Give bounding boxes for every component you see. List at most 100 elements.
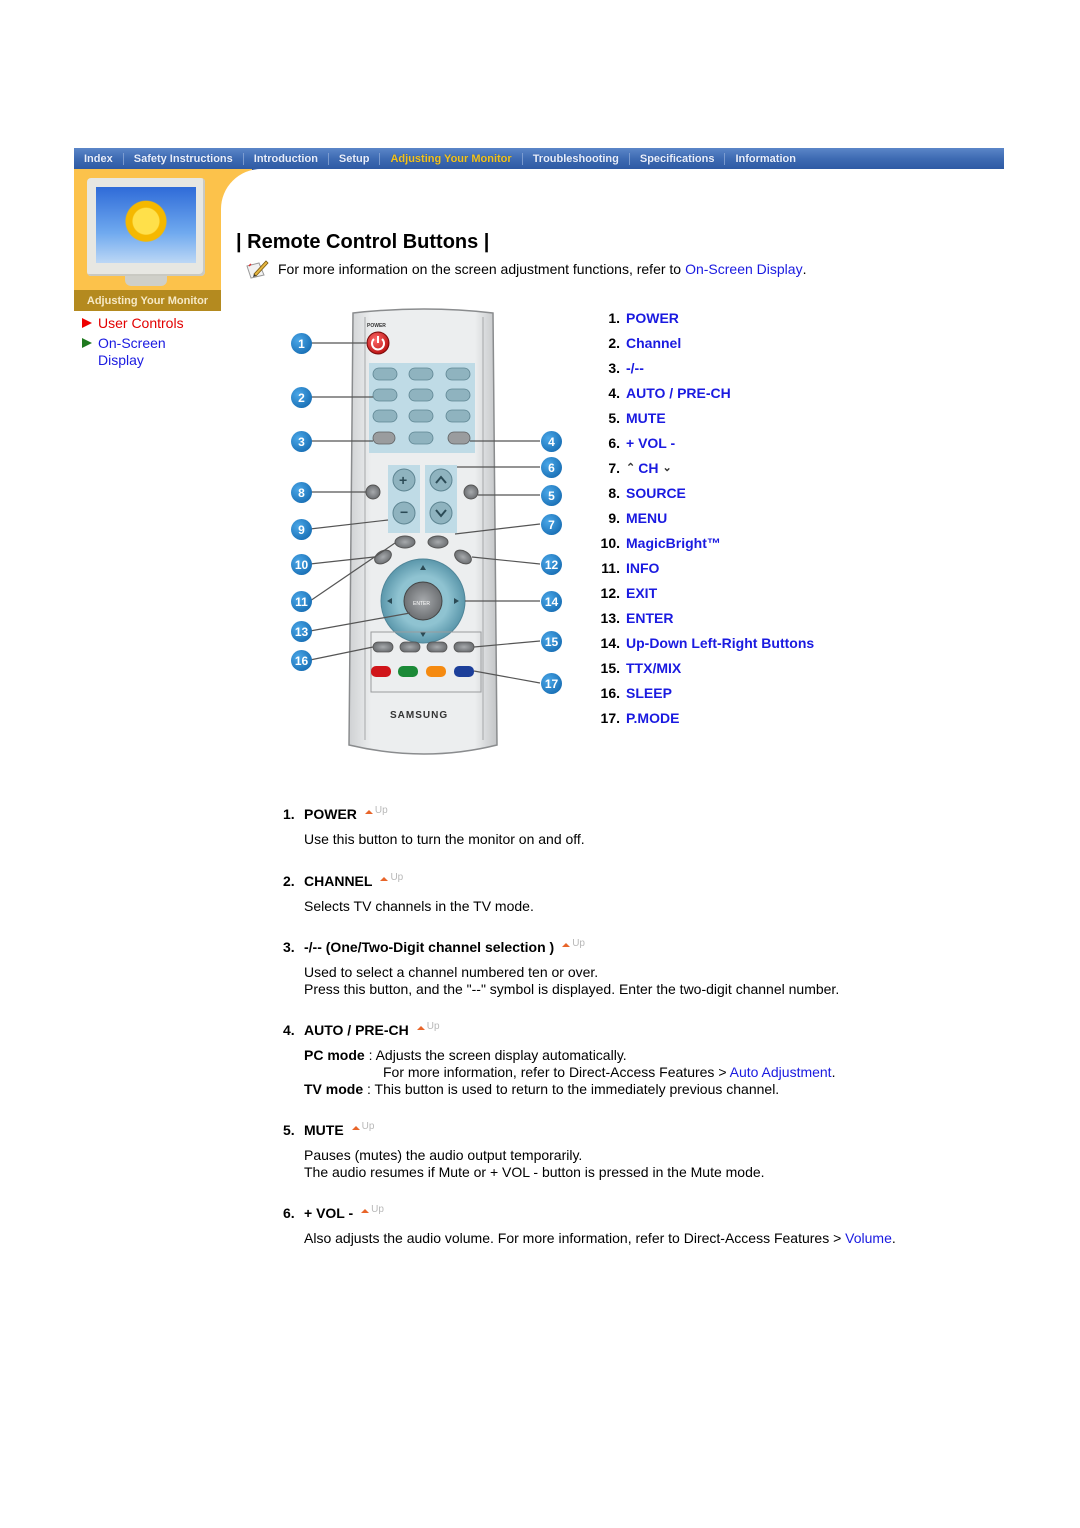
item-number: 17. bbox=[600, 709, 620, 726]
up-link[interactable]: Up bbox=[416, 1021, 440, 1036]
item-number: 2. bbox=[608, 334, 620, 351]
section-title: MUTE bbox=[304, 1122, 344, 1138]
volume-link[interactable]: Volume bbox=[845, 1230, 892, 1246]
pc-mode-end: . bbox=[831, 1064, 836, 1080]
nav-adjusting-your-monitor[interactable]: Adjusting Your Monitor bbox=[380, 148, 521, 169]
nav-separator bbox=[122, 152, 124, 165]
item-number: 3. bbox=[608, 359, 620, 376]
callout-badge: 12 bbox=[541, 554, 562, 575]
nav-safety-instructions[interactable]: Safety Instructions bbox=[124, 148, 243, 169]
callout-badge: 5 bbox=[541, 485, 562, 506]
section-number: 1. bbox=[283, 806, 295, 822]
item-link[interactable]: SOURCE bbox=[626, 485, 686, 501]
item-link[interactable]: P.MODE bbox=[626, 710, 679, 726]
item-link[interactable]: SLEEP bbox=[626, 685, 672, 701]
item-link[interactable]: MagicBright™ bbox=[626, 535, 721, 551]
item-link[interactable]: ENTER bbox=[626, 610, 673, 626]
page-title: | Remote Control Buttons | bbox=[236, 231, 490, 253]
item-link[interactable]: EXIT bbox=[626, 585, 657, 601]
item-link[interactable]: AUTO / PRE-CH bbox=[626, 385, 731, 401]
item-number: 4. bbox=[608, 384, 620, 401]
item-link[interactable]: -/-- bbox=[626, 360, 644, 376]
section-text: The audio resumes if Mute or + VOL - but… bbox=[304, 1164, 765, 1180]
item-number: 6. bbox=[608, 434, 620, 451]
item-link[interactable]: POWER bbox=[626, 310, 679, 326]
callout-badge: 6 bbox=[541, 457, 562, 478]
item-number: 1. bbox=[608, 309, 620, 326]
up-link[interactable]: Up bbox=[380, 872, 403, 887]
nav-separator bbox=[628, 152, 630, 165]
monitor-stand bbox=[125, 276, 167, 286]
up-link[interactable]: Up bbox=[351, 1121, 374, 1136]
nav-introduction[interactable]: Introduction bbox=[244, 148, 328, 169]
up-link[interactable]: Up bbox=[364, 805, 388, 820]
item-number: 12. bbox=[600, 584, 620, 601]
item-link[interactable]: TTX/MIX bbox=[626, 660, 681, 676]
item-number: 8. bbox=[608, 484, 620, 501]
nav-index[interactable]: Index bbox=[74, 148, 123, 169]
button-list-item: 17. P.MODE bbox=[590, 705, 814, 730]
up-arrow-icon bbox=[364, 810, 373, 814]
section-title: CHANNEL bbox=[304, 873, 373, 889]
section-digit: 3. -/-- (One/Two-Digit channel selection … bbox=[283, 938, 840, 998]
button-list-item: 2. Channel bbox=[590, 330, 814, 355]
nav-specifications[interactable]: Specifications bbox=[630, 148, 725, 169]
section-text: Use this button to turn the monitor on a… bbox=[304, 831, 585, 847]
item-link[interactable]: Up-Down Left-Right Buttons bbox=[626, 635, 814, 651]
up-link[interactable]: Up bbox=[562, 938, 585, 953]
pc-mode-label: PC mode bbox=[304, 1047, 365, 1063]
chevron-up-icon: ⌃ bbox=[626, 462, 636, 474]
section-vol: 6. + VOL - Up Also adjusts the audio volu… bbox=[283, 1204, 896, 1247]
item-number: 11. bbox=[601, 559, 620, 576]
section-title: + VOL - bbox=[304, 1205, 354, 1221]
memo-pencil-icon bbox=[246, 260, 269, 279]
section-text: Pauses (mutes) the audio output temporar… bbox=[304, 1147, 583, 1163]
sidebar-item-user-controls[interactable]: User Controls bbox=[82, 315, 222, 332]
sidebar-item-on-screen-display[interactable]: On-Screen Display bbox=[82, 335, 222, 369]
item-link[interactable]: Channel bbox=[626, 335, 681, 351]
callout-badge: 9 bbox=[291, 519, 312, 540]
callout-badge: 10 bbox=[291, 554, 312, 575]
sidebar-item-label: User Controls bbox=[98, 315, 184, 331]
callout-badge: 14 bbox=[541, 591, 562, 612]
item-link[interactable]: + VOL - bbox=[626, 435, 675, 451]
button-list-item: 12. EXIT bbox=[590, 580, 814, 605]
chevron-down-icon: ⌄ bbox=[662, 462, 672, 474]
up-arrow-icon bbox=[351, 1126, 360, 1130]
item-link[interactable]: CH bbox=[638, 460, 658, 476]
item-number: 10. bbox=[600, 534, 620, 551]
item-number: 7. bbox=[608, 459, 620, 476]
sidebar-menu: User Controls On-Screen Display bbox=[82, 315, 222, 372]
sidebar-item-label[interactable]: On-Screen Display bbox=[98, 335, 188, 369]
section-text: Used to select a channel numbered ten or… bbox=[304, 964, 599, 980]
section-text: Press this button, and the "--" symbol i… bbox=[304, 981, 840, 997]
item-link[interactable]: INFO bbox=[626, 560, 659, 576]
section-title: -/-- (One/Two-Digit channel selection ) bbox=[304, 939, 555, 955]
auto-adjustment-link[interactable]: Auto Adjustment bbox=[730, 1064, 832, 1080]
section-title: POWER bbox=[304, 806, 357, 822]
item-link[interactable]: MENU bbox=[626, 510, 667, 526]
callout-badge: 16 bbox=[291, 650, 312, 671]
nav-troubleshooting[interactable]: Troubleshooting bbox=[523, 148, 629, 169]
button-list-item: 15. TTX/MIX bbox=[590, 655, 814, 680]
item-link[interactable]: MUTE bbox=[626, 410, 666, 426]
button-list-item: 11. INFO bbox=[590, 555, 814, 580]
red-arrow-icon bbox=[82, 318, 92, 328]
nav-setup[interactable]: Setup bbox=[329, 148, 380, 169]
callout-layer: 1 2 3 4 5 6 7 8 9 10 11 12 13 14 15 16 17 bbox=[285, 305, 570, 765]
section-power: 1. POWER Up Use this button to turn the m… bbox=[283, 805, 585, 848]
on-screen-display-link[interactable]: On-Screen Display bbox=[685, 261, 803, 277]
item-number: 15. bbox=[600, 659, 620, 676]
callout-badge: 13 bbox=[291, 621, 312, 642]
up-arrow-icon bbox=[416, 1026, 425, 1030]
up-link[interactable]: Up bbox=[361, 1204, 384, 1219]
section-image: Adjusting Your Monitor bbox=[74, 169, 221, 311]
section-text: Selects TV channels in the TV mode. bbox=[304, 898, 534, 914]
item-number: 9. bbox=[608, 509, 620, 526]
section-caption: Adjusting Your Monitor bbox=[74, 290, 221, 311]
callout-badge: 17 bbox=[541, 673, 562, 694]
button-list-item: 8. SOURCE bbox=[590, 480, 814, 505]
callout-badge: 1 bbox=[291, 333, 312, 354]
green-arrow-icon bbox=[82, 338, 92, 348]
nav-information[interactable]: Information bbox=[725, 148, 806, 169]
